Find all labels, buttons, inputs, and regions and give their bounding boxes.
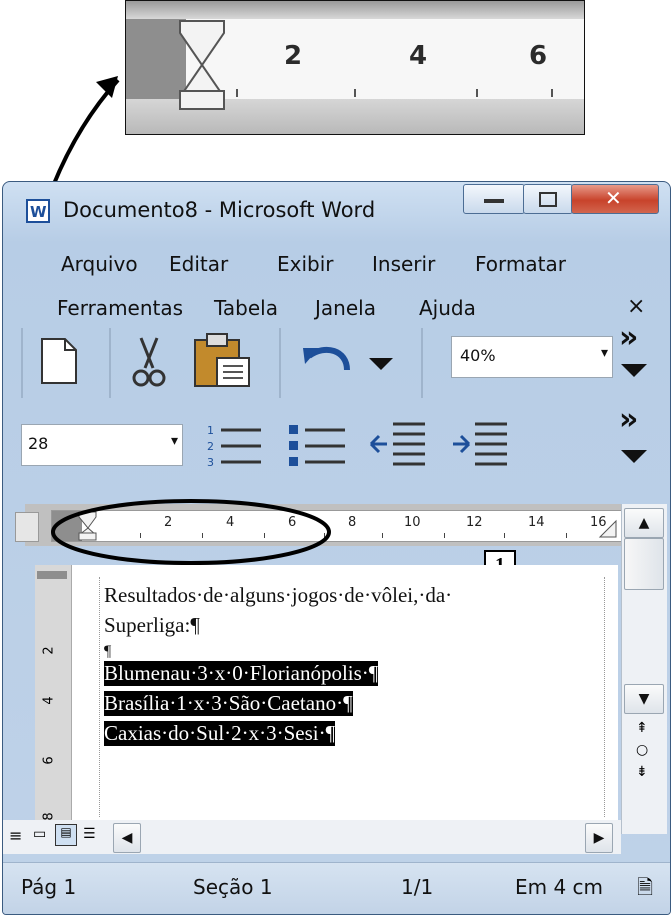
document-line: ¶ xyxy=(104,643,112,660)
print-layout-icon[interactable]: ▤ xyxy=(55,824,77,846)
toolbar-options-icon[interactable] xyxy=(621,448,647,464)
web-layout-icon[interactable]: ▭ xyxy=(33,826,46,842)
zoom-combobox[interactable]: 40% ▾ xyxy=(451,336,613,378)
undo-icon[interactable] xyxy=(301,344,353,378)
menu-formatar[interactable]: Formatar xyxy=(475,252,566,276)
window-title: Documento8 - Microsoft Word xyxy=(63,198,376,222)
toolbar-overflow-icon[interactable]: » xyxy=(619,405,638,435)
next-page-icon[interactable]: ⇟ xyxy=(636,764,648,780)
increase-indent-icon[interactable] xyxy=(451,420,511,472)
menu-inserir[interactable]: Inserir xyxy=(372,252,435,276)
formatting-toolbar: 28 ▾ 1 2 3 » xyxy=(21,405,666,494)
toolbar-options-icon[interactable] xyxy=(621,362,647,378)
browse-object-icon[interactable]: ○ xyxy=(636,742,648,758)
chevron-down-icon[interactable]: ▾ xyxy=(171,433,178,449)
cut-icon[interactable] xyxy=(129,336,169,388)
horizontal-scrollbar[interactable]: ≡ ▭ ▤ ☰ ◀ ▶ xyxy=(3,820,621,854)
outline-view-icon[interactable]: ☰ xyxy=(83,826,96,842)
right-indent-icon[interactable] xyxy=(598,517,620,539)
minimize-button[interactable] xyxy=(463,184,525,214)
selected-line: Caxias·do·Sul·2·x·3·Sesi·¶ xyxy=(104,721,336,746)
text-frame[interactable]: Resultados·de·alguns·jogos·de·vôlei,·da·… xyxy=(99,577,605,817)
menu-arquivo[interactable]: Arquivo xyxy=(61,252,138,276)
zoom-value: 40% xyxy=(460,346,496,365)
chevron-down-icon[interactable]: ▾ xyxy=(601,345,608,361)
menu-ferramentas[interactable]: Ferramentas xyxy=(57,296,183,320)
standard-toolbar: 40% ▾ » xyxy=(21,322,666,412)
vruler-number: 4 xyxy=(41,696,57,705)
ruler-number: 10 xyxy=(404,515,421,530)
new-document-icon[interactable] xyxy=(39,336,79,386)
close-document-icon[interactable]: × xyxy=(627,294,645,319)
decrease-indent-icon[interactable] xyxy=(369,420,429,472)
numbered-list-icon[interactable]: 1 2 3 xyxy=(205,420,265,472)
tab-selector-icon[interactable] xyxy=(15,512,39,542)
close-button[interactable]: ✕ xyxy=(571,184,659,214)
selected-line: Blumenau·3·x·0·Florianópolis·¶ xyxy=(104,661,379,686)
scroll-thumb[interactable] xyxy=(624,538,664,590)
bulleted-list-icon[interactable] xyxy=(287,420,347,472)
title-bar: W Documento8 - Microsoft Word ✕ xyxy=(3,182,670,240)
undo-dropdown-icon[interactable] xyxy=(369,356,393,372)
vruler-number: 6 xyxy=(41,756,57,765)
font-size-value: 28 xyxy=(28,434,49,453)
vertical-ruler: 2 4 6 8 xyxy=(35,565,72,825)
scroll-up-button[interactable]: ▲ xyxy=(624,508,664,538)
document-line: Superliga:¶ xyxy=(104,613,200,637)
spelling-status-icon[interactable]: 🗎 xyxy=(637,873,653,907)
scroll-left-button[interactable]: ◀ xyxy=(113,823,141,853)
status-bar: Pág 1 Seção 1 1/1 Em 4 cm 🗎 xyxy=(3,862,670,914)
toolbar-overflow-icon[interactable]: » xyxy=(619,323,638,353)
menu-janela[interactable]: Janela xyxy=(315,296,376,320)
status-position: Em 4 cm xyxy=(515,875,604,899)
svg-text:2: 2 xyxy=(207,440,214,453)
menu-editar[interactable]: Editar xyxy=(169,252,228,276)
highlight-ellipse xyxy=(51,499,331,565)
vertical-scrollbar[interactable]: ▲ ▼ ⇞ ○ ⇟ xyxy=(621,504,667,834)
status-page: Pág 1 xyxy=(21,875,77,899)
status-section: Seção 1 xyxy=(193,875,273,899)
paste-icon[interactable] xyxy=(191,332,253,390)
document-line: Resultados·de·alguns·jogos·de·vôlei,·da· xyxy=(104,583,453,607)
maximize-button[interactable] xyxy=(523,184,573,214)
menu-exibir[interactable]: Exibir xyxy=(277,252,334,276)
vruler-number: 2 xyxy=(41,646,57,655)
word-window: W Documento8 - Microsoft Word ✕ Arquivo … xyxy=(2,181,671,915)
ruler-number: 8 xyxy=(348,515,357,530)
svg-text:3: 3 xyxy=(207,456,214,469)
ruler-number: 14 xyxy=(528,515,545,530)
menu-tabela[interactable]: Tabela xyxy=(214,296,278,320)
selected-line: Brasília·1·x·3·São·Caetano·¶ xyxy=(104,691,353,716)
word-app-icon: W xyxy=(26,199,50,223)
previous-page-icon[interactable]: ⇞ xyxy=(636,720,648,736)
normal-view-icon[interactable]: ≡ xyxy=(9,826,22,845)
ruler-number: 12 xyxy=(466,515,483,530)
scroll-down-button[interactable]: ▼ xyxy=(624,684,664,714)
svg-text:1: 1 xyxy=(207,424,214,437)
svg-text:W: W xyxy=(30,203,47,221)
font-size-combobox[interactable]: 28 ▾ xyxy=(21,424,183,466)
scroll-right-button[interactable]: ▶ xyxy=(585,823,613,853)
status-pages: 1/1 xyxy=(401,875,434,899)
menu-ajuda[interactable]: Ajuda xyxy=(419,296,476,320)
